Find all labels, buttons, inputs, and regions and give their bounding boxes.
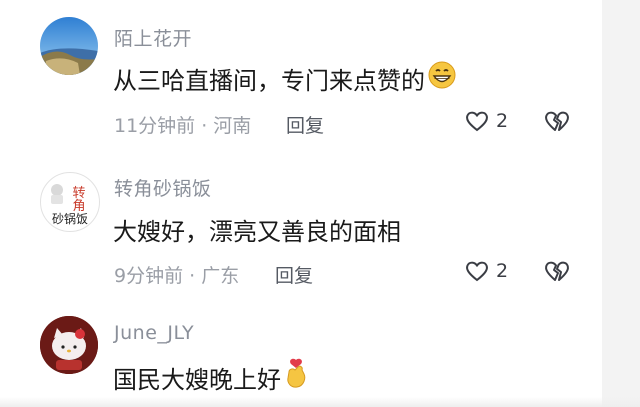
comment-text: 国民大嫂晚上好 [113,358,309,396]
finger-heart-icon [283,358,309,396]
avatar[interactable] [40,17,98,75]
landscape-avatar-image [40,17,98,75]
bottom-fade [0,397,640,407]
cat-character-avatar [40,316,98,374]
comment-text: 大嫂好，漂亮又善良的面相 [113,212,401,247]
comment-text: 从三哈直播间，专门来点赞的 [113,60,457,96]
comment-meta: 9分钟前 · 广东 [114,265,240,287]
dislike-button[interactable] [543,108,571,138]
reply-button[interactable]: 回复 [286,111,324,138]
avatar[interactable]: 转 角 砂锅饭 [40,172,100,232]
broken-heart-icon [545,111,569,131]
comment-meta: 11分钟前 · 河南 [114,115,252,137]
reply-button[interactable]: 回复 [275,261,313,288]
comment-list: 陌上花开 从三哈直播间，专门来点赞的 11分钟前 · 河南 回复 2 转 角 砂… [0,0,640,407]
username[interactable]: June_JLY [114,322,194,344]
comment-text-content: 从三哈直播间，专门来点赞的 [113,66,425,95]
heart-icon [466,111,488,132]
broken-heart-icon [545,261,569,281]
comment-item: 陌上花开 从三哈直播间，专门来点赞的 11分钟前 · 河南 回复 2 [0,0,640,150]
like-count: 2 [496,110,509,132]
comment-item: 转 角 砂锅饭 转角砂锅饭 大嫂好，漂亮又善良的面相 9分钟前 · 广东 回复 … [0,150,640,300]
like-button[interactable]: 2 [464,108,508,134]
comment-text-content: 国民大嫂晚上好 [113,365,281,394]
right-edge-panel [602,0,640,407]
heart-icon [466,261,488,282]
like-button[interactable]: 2 [464,258,508,284]
dislike-button[interactable] [543,258,571,288]
comment-item: June_JLY 国民大嫂晚上好 [0,300,640,407]
text-logo-avatar: 转 角 砂锅饭 [51,184,88,226]
comment-text-content: 大嫂好，漂亮又善良的面相 [113,218,401,246]
username[interactable]: 陌上花开 [114,24,192,51]
username[interactable]: 转角砂锅饭 [114,174,212,201]
grinning-face-icon [427,60,457,96]
avatar[interactable] [40,316,98,374]
like-count: 2 [496,260,509,282]
avatar-text: 砂锅饭 [52,211,88,226]
